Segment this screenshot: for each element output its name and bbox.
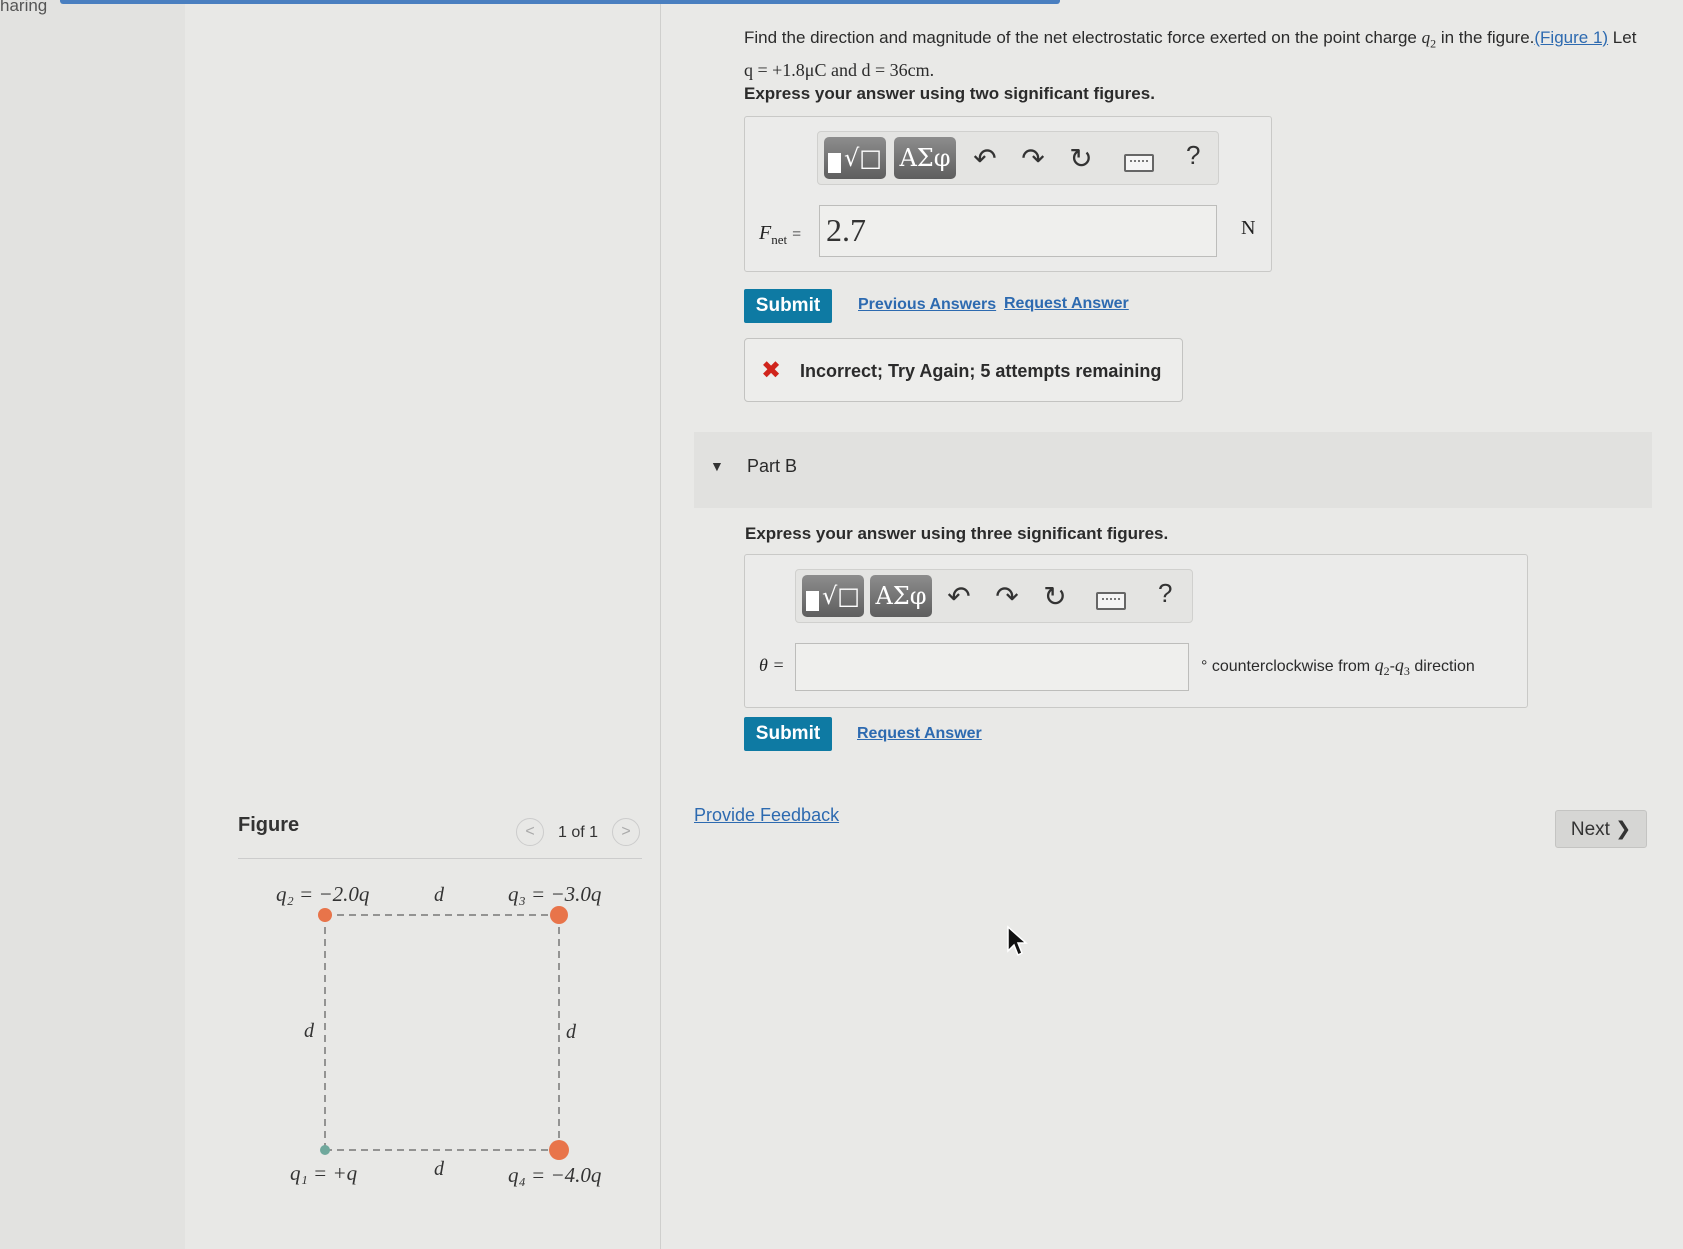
charge-q3 (550, 906, 568, 924)
d-label-bottom: d (434, 1158, 445, 1180)
feedback-text: Incorrect; Try Again; 5 attempts remaini… (800, 361, 1162, 381)
redo-icon[interactable]: ↷ (990, 580, 1024, 613)
help-icon[interactable]: ? (1158, 578, 1172, 609)
radical-icon: √□ (844, 144, 882, 172)
radical-icon: √□ (822, 582, 860, 610)
undo-icon[interactable]: ↶ (968, 142, 1002, 175)
theta-input[interactable] (795, 643, 1189, 691)
fnet-input[interactable]: 2.7 (819, 205, 1217, 257)
part-a-answer-box: √□ ΑΣφ ↶ ↷ ↻ ? Fnet = 2.7 N (744, 116, 1272, 272)
d-label-right: d (566, 1021, 577, 1043)
incorrect-x-icon: ✖ (761, 357, 782, 384)
d-label-left: d (304, 1020, 315, 1042)
q2-label: q₂ = −2.0q (276, 882, 370, 906)
fnet-unit: N (1241, 217, 1256, 239)
previous-answers-link[interactable]: Previous Answers (858, 296, 996, 314)
redo-icon[interactable]: ↷ (1016, 142, 1050, 175)
charge-square-diagram: q₂ = −2.0q q₃ = −3.0q q₁ = +q q₄ = −4.0q… (276, 882, 602, 1187)
part-b-answer-box: √□ ΑΣφ ↶ ↷ ↻ ? θ = ° counterclockwise fr… (744, 554, 1528, 708)
figure-1-link[interactable]: (Figure 1) (1534, 28, 1608, 47)
part-b-request-answer-link[interactable]: Request Answer (857, 725, 982, 743)
charge-q2 (318, 908, 332, 922)
part-b-toolbar: √□ ΑΣφ ↶ ↷ ↻ ? (795, 569, 1193, 623)
figure-title: Figure (238, 814, 300, 836)
templates-button[interactable]: √□ (802, 575, 864, 617)
greek-symbols-button[interactable]: ΑΣφ (870, 575, 932, 617)
q1-label: q₁ = +q (290, 1161, 358, 1185)
problem-statement: Find the direction and magnitude of the … (744, 28, 1637, 81)
q2-symbol: q (1421, 28, 1431, 47)
left-panel (0, 0, 186, 1249)
figure-prev-button[interactable]: < (516, 818, 544, 846)
charge-q1 (320, 1145, 330, 1155)
part-b-header[interactable]: ▼ Part B (694, 432, 1652, 508)
q3-label: q₃ = −3.0q (508, 882, 602, 906)
part-b-instruction: Express your answer using three signific… (745, 524, 1169, 543)
given-values: q = +1.8μC and d = 36cm. (744, 60, 935, 81)
part-a-instruction: Express your answer using two significan… (744, 84, 1155, 103)
d-label-top: d (434, 884, 445, 906)
charge-q4 (549, 1140, 569, 1160)
reset-icon[interactable]: ↻ (1038, 580, 1072, 613)
next-button[interactable]: Next ❯ (1555, 810, 1647, 848)
keyboard-icon[interactable] (1124, 154, 1154, 172)
q4-label: q₄ = −4.0q (508, 1163, 602, 1187)
mouse-cursor-icon (1007, 925, 1028, 957)
undo-icon[interactable]: ↶ (942, 580, 976, 613)
figure-pager: 1 of 1 (558, 824, 599, 841)
reset-icon[interactable]: ↻ (1064, 142, 1098, 175)
top-accent-bar (60, 0, 1060, 4)
fnet-label: Fnet = (759, 222, 802, 247)
header-partial-label: haring (0, 0, 48, 15)
part-a-submit-button[interactable]: Submit (744, 289, 832, 323)
keyboard-icon[interactable] (1096, 592, 1126, 610)
part-a-request-answer-link[interactable]: Request Answer (1004, 295, 1129, 313)
part-b-submit-button[interactable]: Submit (744, 717, 832, 751)
part-b-title: Part B (747, 456, 798, 476)
figure-divider (238, 858, 642, 859)
greek-symbols-button[interactable]: ΑΣφ (894, 137, 956, 179)
part-a-toolbar: √□ ΑΣφ ↶ ↷ ↻ ? (817, 131, 1219, 185)
figure-next-button[interactable]: > (612, 818, 640, 846)
theta-label: θ = (759, 655, 785, 675)
theta-unit: ° counterclockwise from q2-q3 direction (1201, 655, 1475, 679)
templates-button[interactable]: √□ (824, 137, 886, 179)
provide-feedback-link[interactable]: Provide Feedback (694, 805, 839, 826)
help-icon[interactable]: ? (1186, 140, 1200, 171)
part-a-feedback: ✖ Incorrect; Try Again; 5 attempts remai… (744, 338, 1183, 402)
collapse-triangle-icon: ▼ (710, 458, 724, 474)
